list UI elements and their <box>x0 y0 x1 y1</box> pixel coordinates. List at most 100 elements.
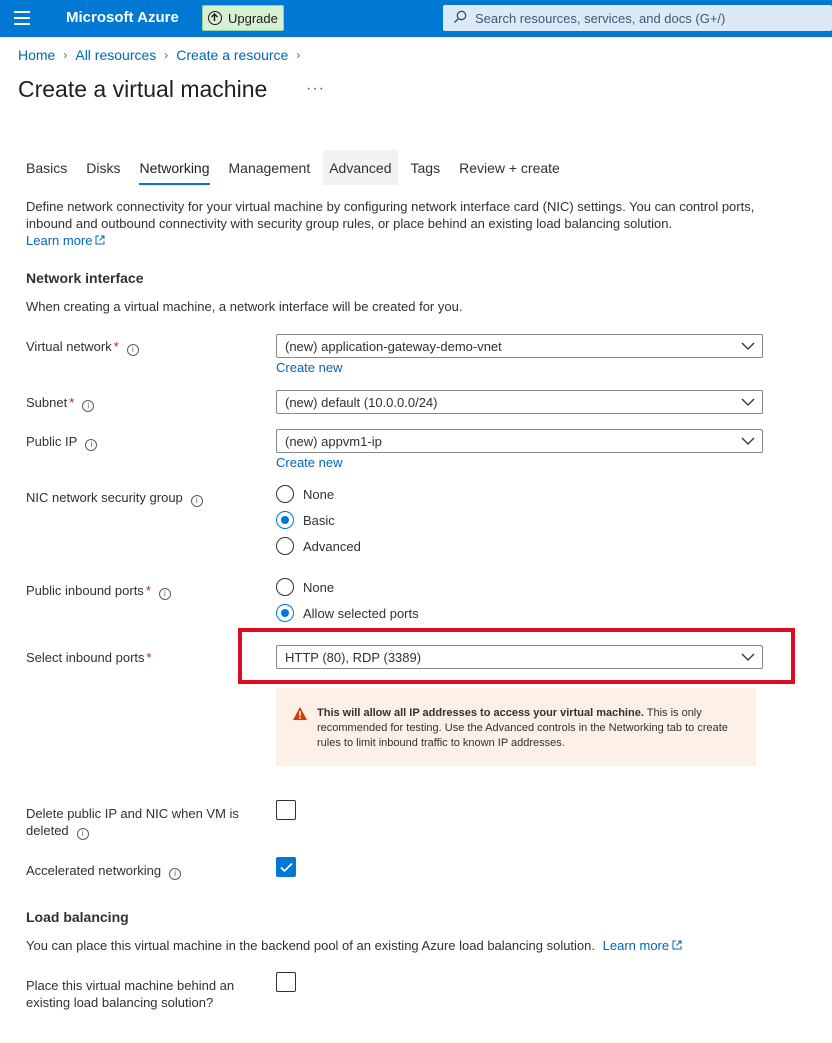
select-inbound-label-text: Select inbound ports <box>26 650 145 665</box>
virtual-network-label: Virtual network * i <box>26 338 139 356</box>
tab-networking[interactable]: Networking <box>139 150 210 185</box>
load-balancing-text-body: You can place this virtual machine in th… <box>26 938 596 953</box>
place-behind-lb-checkbox[interactable] <box>276 972 296 992</box>
info-icon[interactable]: i <box>85 439 98 451</box>
global-search[interactable] <box>443 5 832 31</box>
chevron-right-icon: › <box>164 48 169 62</box>
public-inbound-option-none[interactable]: None <box>276 578 334 596</box>
network-interface-heading: Network interface <box>26 270 144 286</box>
public-inbound-ports-label: Public inbound ports * i <box>26 582 171 600</box>
delete-ip-nic-label: Delete public IP and NIC when VM is dele… <box>26 805 239 840</box>
radio-button[interactable] <box>276 578 294 596</box>
radio-label: None <box>303 579 335 595</box>
upgrade-label: Upgrade <box>228 10 278 26</box>
radio-button[interactable] <box>276 485 294 503</box>
chevron-down-icon <box>741 653 755 661</box>
required-marker: * <box>146 650 152 665</box>
place-behind-label-line2: existing load balancing solution? <box>26 995 214 1010</box>
public-inbound-label-text: Public inbound ports <box>26 583 144 598</box>
page-title: Create a virtual machine <box>18 76 268 102</box>
public-ip-value: (new) appvm1-ip <box>285 433 382 449</box>
required-marker: * <box>69 395 75 410</box>
radio-label: Advanced <box>303 538 361 554</box>
description-text: Define network connectivity for your vir… <box>26 199 755 231</box>
info-icon[interactable]: i <box>169 868 182 880</box>
info-icon[interactable]: i <box>190 495 203 507</box>
warning-message: This will allow all IP addresses to acce… <box>276 688 756 766</box>
tab-bar: Basics Disks Networking Management Advan… <box>26 150 579 185</box>
external-link-icon <box>672 940 682 950</box>
tab-review-create[interactable]: Review + create <box>459 150 560 185</box>
subnet-value: (new) default (10.0.0.0/24) <box>285 394 438 410</box>
load-balancing-text: You can place this virtual machine in th… <box>26 938 682 953</box>
select-inbound-value: HTTP (80), RDP (3389) <box>285 649 422 665</box>
network-interface-text: When creating a virtual machine, a netwo… <box>26 299 463 314</box>
accelerated-label-text: Accelerated networking <box>26 863 162 878</box>
required-marker: * <box>145 583 151 598</box>
upgrade-button[interactable]: Upgrade <box>202 5 284 31</box>
radio-button[interactable] <box>276 604 294 622</box>
select-inbound-ports-dropdown[interactable]: HTTP (80), RDP (3389) <box>276 645 763 669</box>
chevron-down-icon <box>741 437 755 445</box>
search-input[interactable] <box>475 10 805 26</box>
select-inbound-ports-label: Select inbound ports * <box>26 649 152 666</box>
portal-brand[interactable]: Microsoft Azure <box>66 9 179 26</box>
virtual-network-value: (new) application-gateway-demo-vnet <box>285 338 502 354</box>
info-icon[interactable]: i <box>82 400 95 412</box>
breadcrumb-home[interactable]: Home <box>18 47 55 63</box>
subnet-label: Subnet * i <box>26 394 95 412</box>
load-balancing-heading: Load balancing <box>26 909 129 925</box>
radio-button[interactable] <box>276 511 294 529</box>
public-ip-dropdown[interactable]: (new) appvm1-ip <box>276 429 763 453</box>
learn-more-link[interactable]: Learn more <box>26 233 105 248</box>
tab-disks[interactable]: Disks <box>86 150 120 185</box>
delete-ip-nic-checkbox[interactable] <box>276 800 296 820</box>
nic-nsg-option-none[interactable]: None <box>276 485 334 503</box>
info-icon[interactable]: i <box>126 344 139 356</box>
tab-tags[interactable]: Tags <box>411 150 441 185</box>
subnet-label-text: Subnet <box>26 395 68 410</box>
nic-nsg-label: NIC network security group i <box>26 489 203 507</box>
warning-icon <box>293 707 307 720</box>
accelerated-networking-checkbox[interactable] <box>276 857 296 877</box>
accelerated-networking-label: Accelerated networking i <box>26 862 182 880</box>
create-new-vnet-link[interactable]: Create new <box>276 360 342 375</box>
info-icon[interactable]: i <box>158 588 171 600</box>
top-bar: Microsoft Azure Upgrade <box>0 0 832 37</box>
learn-more-label: Learn more <box>26 233 93 248</box>
public-ip-label: Public IP i <box>26 433 98 451</box>
chevron-down-icon <box>741 398 755 406</box>
nic-nsg-option-basic[interactable]: Basic <box>276 511 335 529</box>
virtual-network-dropdown[interactable]: (new) application-gateway-demo-vnet <box>276 334 763 358</box>
subnet-dropdown[interactable]: (new) default (10.0.0.0/24) <box>276 390 763 414</box>
delete-label-line2: deleted <box>26 823 69 838</box>
networking-description: Define network connectivity for your vir… <box>26 198 796 249</box>
public-ip-label-text: Public IP <box>26 434 78 449</box>
radio-button[interactable] <box>276 537 294 555</box>
tab-advanced[interactable]: Advanced <box>323 150 398 185</box>
upgrade-icon <box>208 11 222 25</box>
radio-label: None <box>303 486 335 502</box>
required-marker: * <box>113 339 119 354</box>
warning-bold-text: This will allow all IP addresses to acce… <box>317 707 644 719</box>
public-inbound-option-allow[interactable]: Allow selected ports <box>276 604 419 622</box>
breadcrumb: Home › All resources › Create a resource… <box>18 47 300 63</box>
more-options-icon[interactable]: ··· <box>306 80 325 98</box>
radio-label: Allow selected ports <box>303 605 419 621</box>
load-balancing-learn-more-link[interactable]: Learn more <box>603 938 682 953</box>
delete-label-line1: Delete public IP and NIC when VM is <box>26 806 239 821</box>
nic-nsg-option-advanced[interactable]: Advanced <box>276 537 361 555</box>
tab-management[interactable]: Management <box>229 150 311 185</box>
place-behind-lb-label: Place this virtual machine behind an exi… <box>26 977 234 1011</box>
info-icon[interactable]: i <box>76 828 89 840</box>
nic-nsg-label-text: NIC network security group <box>26 490 183 505</box>
menu-icon[interactable] <box>14 11 30 25</box>
breadcrumb-all-resources[interactable]: All resources <box>75 47 156 63</box>
virtual-network-label-text: Virtual network <box>26 339 112 354</box>
breadcrumb-create-resource[interactable]: Create a resource <box>176 47 288 63</box>
tab-basics[interactable]: Basics <box>26 150 67 185</box>
learn-more-label: Learn more <box>602 938 670 953</box>
create-new-public-ip-link[interactable]: Create new <box>276 455 342 470</box>
radio-label: Basic <box>303 512 335 528</box>
chevron-right-icon: › <box>296 48 301 62</box>
